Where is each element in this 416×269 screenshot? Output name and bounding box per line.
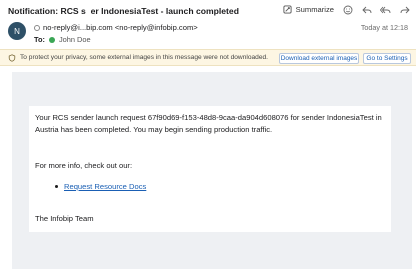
to-label: To: [34,35,45,44]
go-to-settings-button[interactable]: Go to Settings [363,53,411,64]
sender-status-icon [34,24,40,31]
forward-icon[interactable] [399,4,410,15]
privacy-message: To protect your privacy, some external i… [20,54,268,61]
sender-avatar: N [8,22,26,40]
recipient-name[interactable]: John Doe [59,35,91,44]
message-card: Your RCS sender launch request 67f90d69-… [29,106,391,232]
message-toolbar: Summarize [282,4,410,15]
privacy-banner: To protect your privacy, some external i… [0,49,416,66]
launch-confirmation-text: Your RCS sender launch request 67f90d69-… [35,113,382,134]
email-timestamp: Today at 12:18 [360,23,408,32]
reply-icon[interactable] [361,4,372,15]
summarize-icon [282,4,293,15]
signature: The Infobip Team [35,214,94,223]
shield-icon [8,53,16,62]
emoji-icon[interactable] [342,4,353,15]
summarize-button[interactable]: Summarize [282,4,334,15]
more-info-text: For more info, check out our: [35,161,133,170]
email-subject: Notification: RCS s er IndonesiaTest - l… [8,6,239,16]
list-item: Request Resource Docs [55,182,146,191]
request-resource-docs-link[interactable]: Request Resource Docs [64,182,146,191]
sender-address[interactable]: no-reply@i...bip.com <no-reply@infobip.c… [43,23,198,32]
recipient-status-icon [48,36,55,43]
reply-all-icon[interactable] [380,4,391,15]
bullet-icon [55,185,58,188]
message-body: Your RCS sender launch request 67f90d69-… [12,72,412,269]
email-header: Notification: RCS s er IndonesiaTest - l… [0,0,416,48]
from-line: no-reply@i...bip.com <no-reply@infobip.c… [34,23,198,32]
to-line: To: John Doe [34,35,91,44]
download-images-button[interactable]: Download external images [279,53,359,64]
summarize-label: Summarize [295,5,334,14]
